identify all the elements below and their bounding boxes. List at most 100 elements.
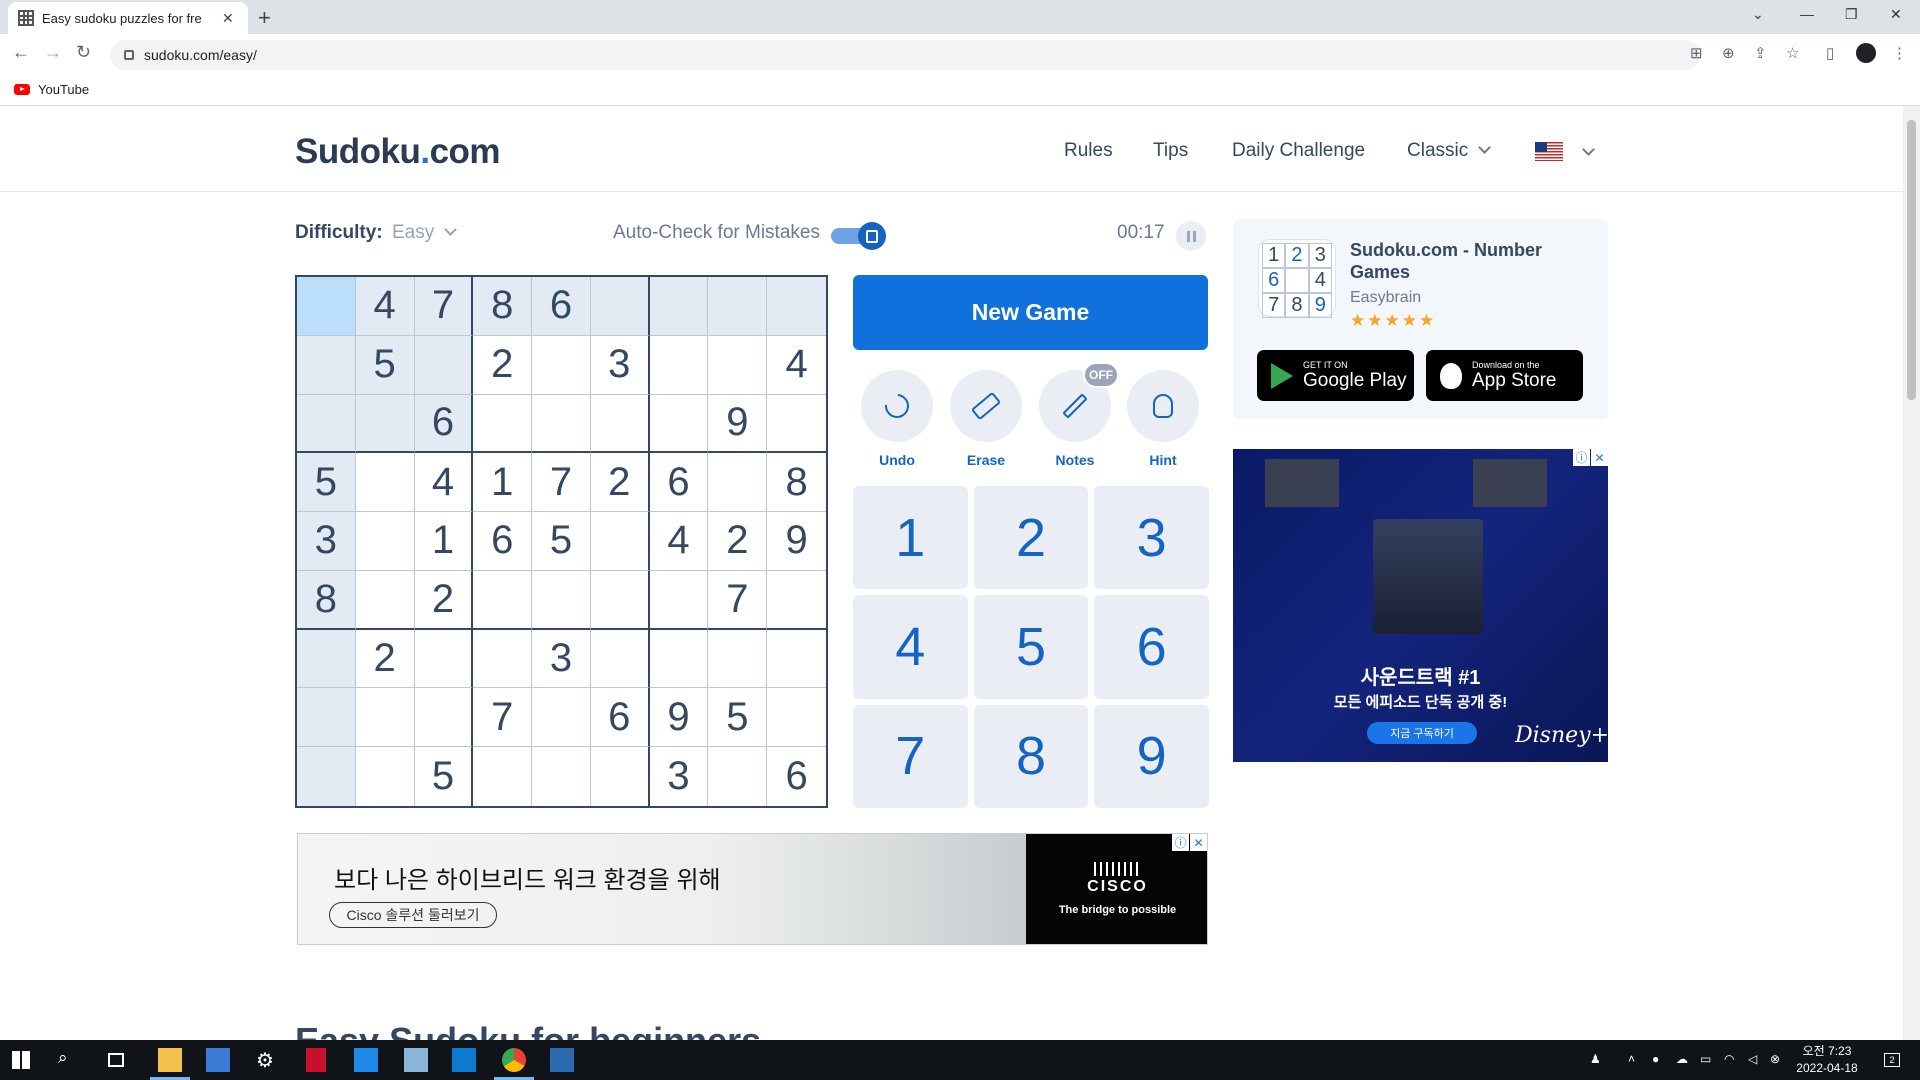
numpad-button[interactable]: 3 (1094, 486, 1209, 590)
sudoku-cell[interactable]: 6 (649, 453, 709, 513)
sudoku-cell[interactable] (767, 630, 826, 689)
sudoku-cell[interactable]: 2 (355, 629, 415, 689)
sudoku-cell[interactable] (532, 747, 591, 806)
sudoku-cell[interactable]: 6 (767, 747, 826, 806)
sudoku-cell[interactable]: 4 (767, 336, 826, 395)
sudoku-cell[interactable] (532, 688, 591, 748)
mcafee-icon[interactable] (306, 1048, 326, 1072)
side-panel-icon[interactable]: ▯ (1826, 44, 1834, 62)
sudoku-cell[interactable] (708, 335, 768, 395)
restore-button[interactable]: ❐ (1845, 6, 1858, 23)
chrome-icon[interactable] (502, 1048, 526, 1072)
sudoku-cell[interactable]: 4 (414, 453, 474, 513)
sudoku-cell[interactable]: 5 (297, 453, 356, 513)
disney-ad[interactable]: 사운드트랙 #1 모든 에피소드 단독 공개 중! 지금 구독하기 Disney… (1233, 449, 1608, 762)
sudoku-cell[interactable]: 8 (297, 570, 356, 630)
numpad-button[interactable]: 5 (973, 595, 1089, 699)
sudoku-cell[interactable] (355, 570, 415, 630)
sudoku-cell[interactable] (708, 277, 768, 336)
menu-icon[interactable]: ⋮ (1892, 44, 1907, 62)
browser-tab[interactable]: Easy sudoku puzzles for fre ✕ (8, 2, 248, 34)
sudoku-cell[interactable]: 5 (355, 335, 415, 395)
sudoku-cell[interactable]: 1 (473, 453, 533, 513)
sudoku-cell[interactable] (649, 335, 709, 395)
nav-rules[interactable]: Rules (1064, 140, 1113, 162)
profile-avatar[interactable] (1856, 43, 1876, 63)
sudoku-cell[interactable]: 7 (473, 688, 533, 748)
sudoku-cell[interactable]: 3 (297, 512, 356, 571)
zoom-icon[interactable]: ⊕ (1722, 44, 1735, 62)
autocheck-toggle[interactable] (831, 222, 886, 250)
sudoku-cell[interactable]: 2 (590, 453, 650, 513)
sudoku-cell[interactable] (708, 453, 768, 513)
bookmark-youtube[interactable]: YouTube (38, 82, 89, 97)
sudoku-cell[interactable] (473, 629, 533, 689)
sudoku-cell[interactable] (414, 335, 474, 395)
address-bar[interactable]: sudoku.com/easy/ (110, 40, 1700, 70)
minimize-button[interactable]: — (1800, 6, 1814, 22)
sudoku-cell[interactable] (297, 629, 356, 689)
ad-info-icon[interactable]: ⓘ (1573, 449, 1590, 466)
sudoku-cell[interactable] (355, 688, 415, 748)
sudoku-cell[interactable]: 2 (708, 512, 768, 571)
pause-button[interactable] (1176, 221, 1206, 251)
cisco-ad-button[interactable]: Cisco 솔루션 둘러보기 (329, 902, 497, 928)
sudoku-cell[interactable] (297, 747, 356, 806)
promo-title[interactable]: Sudoku.com - Number Games (1350, 239, 1580, 283)
numpad-button[interactable]: 2 (973, 486, 1089, 590)
numpad-button[interactable]: 1 (853, 486, 968, 590)
tray-overflow-icon[interactable]: ˄ (1628, 1052, 1635, 1066)
ad-close-icon[interactable]: ✕ (1190, 834, 1207, 851)
language-dropdown[interactable] (1572, 142, 1595, 164)
difficulty-select[interactable]: Easy (392, 222, 458, 244)
sudoku-cell[interactable] (649, 394, 709, 454)
nav-tips[interactable]: Tips (1153, 140, 1188, 162)
sudoku-cell[interactable] (590, 570, 650, 630)
ad-info-icon[interactable]: ⓘ (1172, 834, 1189, 851)
volume-icon[interactable]: ◁ (1748, 1052, 1757, 1066)
sudoku-cell[interactable]: 8 (473, 277, 533, 336)
sudoku-cell[interactable]: 9 (649, 688, 709, 748)
search-icon[interactable]: ⌕ (58, 1048, 82, 1072)
back-icon[interactable]: ← (12, 42, 30, 63)
app-icon[interactable]: 12364789 (1258, 239, 1336, 318)
nav-daily-challenge[interactable]: Daily Challenge (1232, 140, 1365, 162)
scroll-thumb[interactable] (1907, 120, 1916, 400)
sudoku-cell[interactable] (473, 394, 533, 454)
sudoku-cell[interactable] (414, 629, 474, 689)
numpad-button[interactable]: 7 (853, 704, 968, 808)
sudoku-cell[interactable]: 3 (650, 747, 709, 806)
notepad-icon[interactable] (404, 1048, 428, 1072)
sudoku-cell[interactable]: 4 (355, 277, 415, 336)
numpad-button[interactable]: 9 (1094, 704, 1209, 808)
notes-button[interactable]: OFF Notes (1039, 362, 1119, 468)
sudoku-cell[interactable] (767, 395, 826, 454)
sudoku-cell[interactable] (532, 335, 591, 395)
share-icon[interactable]: ⇪ (1754, 44, 1767, 62)
sudoku-cell[interactable] (591, 747, 650, 806)
numpad-button[interactable]: 4 (853, 595, 968, 699)
sudoku-cell[interactable] (297, 277, 356, 336)
bookmark-star-icon[interactable]: ☆ (1786, 44, 1799, 62)
sudoku-cell[interactable] (649, 570, 709, 630)
sudoku-cell[interactable] (649, 277, 709, 336)
new-tab-button[interactable]: + (258, 5, 271, 31)
sudoku-cell[interactable]: 2 (473, 335, 533, 395)
sudoku-cell[interactable]: 8 (767, 453, 826, 513)
sudoku-cell[interactable]: 7 (532, 453, 591, 513)
onedrive-icon[interactable]: ☁ (1676, 1052, 1688, 1066)
close-window-button[interactable]: ✕ (1890, 6, 1902, 23)
numpad-button[interactable]: 8 (973, 704, 1089, 808)
sudoku-cell[interactable]: 2 (414, 570, 474, 630)
us-flag-icon[interactable] (1535, 142, 1563, 161)
vscode-icon[interactable] (452, 1048, 476, 1072)
cisco-ad[interactable]: 보다 나은 하이브리드 워크 환경을 위해 Cisco 솔루션 둘러보기 CIS… (297, 833, 1208, 945)
app-store-button[interactable]: Download on the App Store (1426, 350, 1583, 401)
notification-center-icon[interactable]: 2 (1884, 1053, 1900, 1067)
settings-gear-icon[interactable]: ⚙ (256, 1048, 280, 1072)
sudoku-cell[interactable] (414, 688, 474, 748)
sudoku-cell[interactable]: 3 (590, 335, 650, 395)
windows-start-icon[interactable] (12, 1051, 30, 1069)
sudoku-cell[interactable] (767, 571, 826, 630)
sudoku-cell[interactable] (355, 453, 415, 513)
